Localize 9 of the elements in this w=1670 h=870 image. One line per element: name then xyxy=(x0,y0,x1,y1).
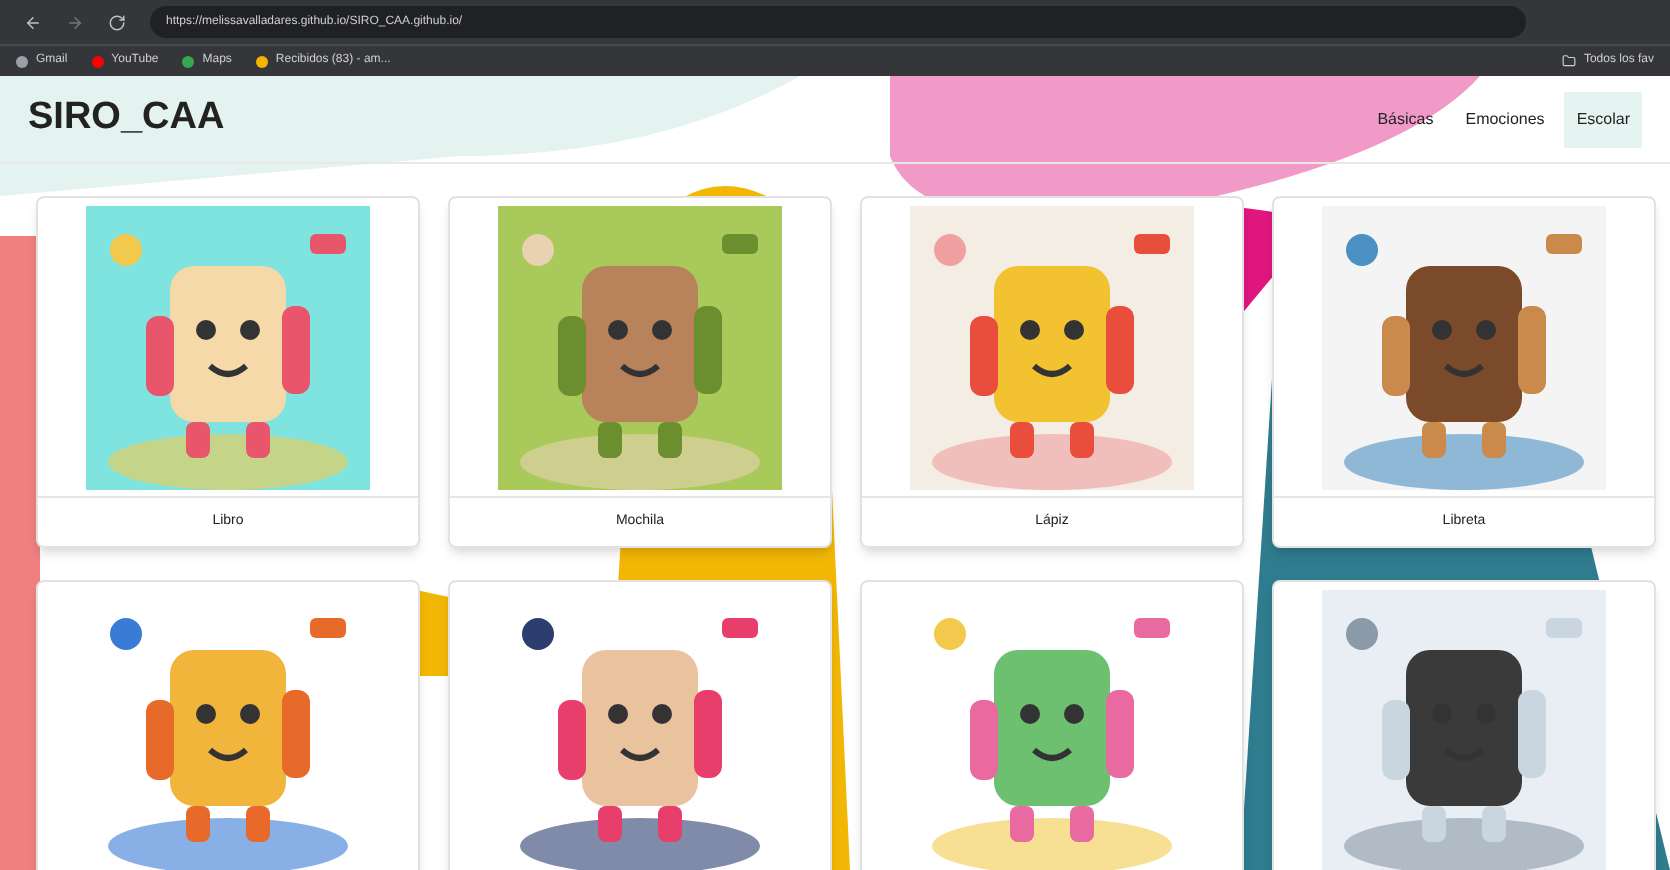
nav-link[interactable]: Emociones xyxy=(1453,91,1557,147)
folder-icon xyxy=(1561,54,1576,68)
back-icon[interactable] xyxy=(24,13,42,31)
nav-link[interactable]: Escolar xyxy=(1564,91,1642,147)
reload-icon[interactable] xyxy=(108,13,126,31)
site-title: SIRO_CAA xyxy=(28,94,225,143)
forward-icon[interactable] xyxy=(66,13,84,31)
nav-link[interactable]: Básicas xyxy=(1365,91,1446,147)
card[interactable] xyxy=(1272,580,1656,870)
